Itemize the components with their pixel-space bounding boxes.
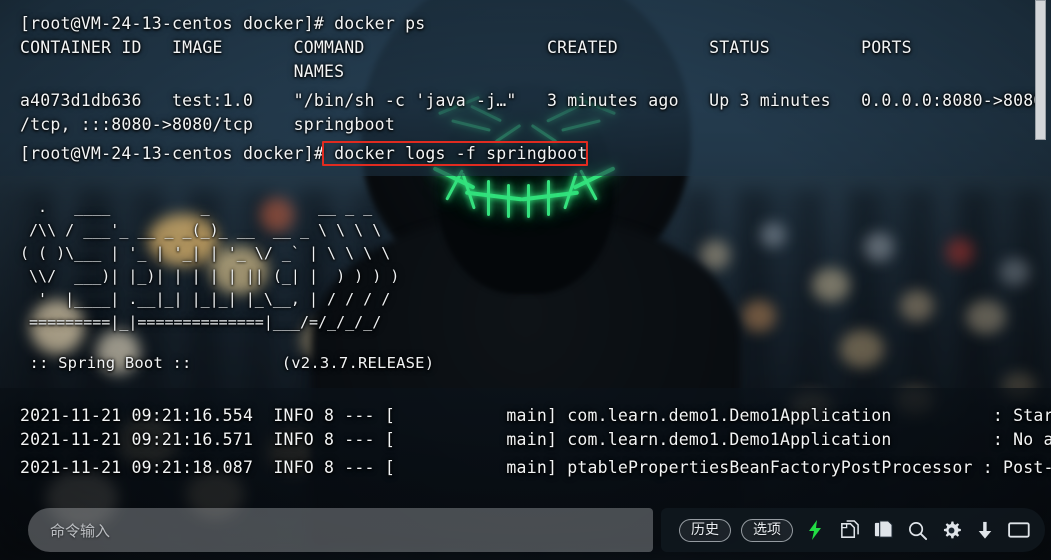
log-line-2: 2021-11-21 09:21:16.571 INFO 8 --- [ mai…: [20, 430, 1051, 449]
download-arrow-icon[interactable]: [973, 518, 997, 542]
springboot-banner-footer-right: (v2.3.7.RELEASE): [215, 354, 435, 372]
springboot-banner-line-4: \\/ ___)| |_)| | | | | || (_| | ) ) ) ): [20, 267, 400, 285]
options-button[interactable]: 选项: [741, 518, 793, 542]
springboot-banner-line-6: =========|_|==============|___/=/_/_/_/: [20, 313, 382, 331]
terminal-line-ps-row-1: a4073d1db636 test:1.0 "/bin/sh -c 'java …: [20, 91, 1044, 110]
terminal-line-ps-header-1: CONTAINER ID IMAGE COMMAND CREATED STATU…: [20, 38, 912, 57]
springboot-banner-line-3: ( ( )\___ | '_ | '_| | '_ \/ _` | \ \ \ …: [20, 244, 391, 262]
springboot-banner-footer-left: :: Spring Boot ::: [20, 354, 202, 372]
history-button[interactable]: 历史: [679, 518, 731, 542]
scrollbar-track[interactable]: [1035, 0, 1051, 560]
copy-icon[interactable]: [837, 518, 861, 542]
gear-icon[interactable]: [939, 518, 963, 542]
scrollbar-thumb[interactable]: [1035, 0, 1046, 140]
bottom-toolbar: 命令输入 历史 选项: [0, 500, 1051, 560]
terminal-line-docker-ps: [root@VM-24-13-centos docker]# docker ps: [20, 14, 426, 33]
terminal-output[interactable]: [root@VM-24-13-centos docker]# docker ps…: [0, 0, 1051, 560]
springboot-banner-line-1: . ____ _ __ _ _: [20, 198, 373, 216]
toolbar-button-cluster: 历史 选项: [661, 508, 1045, 552]
lightning-bolt-icon[interactable]: [803, 518, 827, 542]
springboot-banner-line-5: ' |____| .__|_| |_|_| |_\__, | / / / /: [20, 290, 391, 308]
search-icon[interactable]: [905, 518, 929, 542]
command-input[interactable]: 命令输入: [28, 508, 653, 552]
log-line-1: 2021-11-21 09:21:16.554 INFO 8 --- [ mai…: [20, 406, 1051, 425]
log-line-3: 2021-11-21 09:21:18.087 INFO 8 --- [ mai…: [20, 458, 1051, 477]
command-input-placeholder: 命令输入: [50, 521, 111, 540]
terminal-line-ps-row-2: /tcp, :::8080->8080/tcp springboot: [20, 115, 395, 134]
terminal-line-ps-header-2: NAMES: [20, 62, 345, 81]
terminal-line-docker-logs: [root@VM-24-13-centos docker]# docker lo…: [20, 144, 588, 163]
springboot-banner-line-2: /\\ / ___'_ __ _ _(_)_ __ __ _ \ \ \ \: [20, 221, 382, 239]
window-rectangle-icon[interactable]: [1007, 518, 1031, 542]
paste-icon[interactable]: [871, 518, 895, 542]
